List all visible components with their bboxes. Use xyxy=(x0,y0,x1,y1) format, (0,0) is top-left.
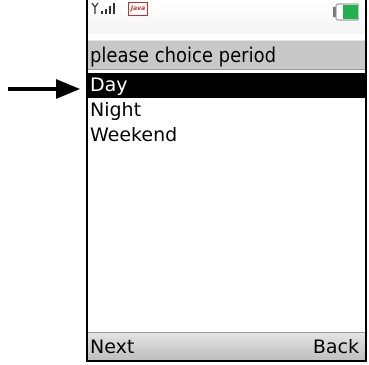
java-icon: Java xyxy=(128,2,148,16)
battery-icon xyxy=(333,3,359,21)
back-softkey[interactable]: Back xyxy=(313,334,359,360)
period-list: Day Night Weekend xyxy=(88,73,365,148)
page-title: please choice period xyxy=(90,43,276,67)
list-item-night[interactable]: Night xyxy=(88,98,365,123)
next-softkey[interactable]: Next xyxy=(90,334,134,360)
softkey-bar: Next Back xyxy=(88,332,365,360)
stage: Java please choice period Day Night Week… xyxy=(0,0,369,365)
title-bar: please choice period xyxy=(88,40,365,70)
phone-screen: Java please choice period Day Night Week… xyxy=(86,0,367,362)
list-item-day[interactable]: Day xyxy=(88,73,365,98)
arrow-right-icon xyxy=(8,79,80,99)
status-bar: Java xyxy=(88,0,365,34)
signal-strength-icon xyxy=(91,2,115,14)
list-item-weekend[interactable]: Weekend xyxy=(88,123,365,148)
